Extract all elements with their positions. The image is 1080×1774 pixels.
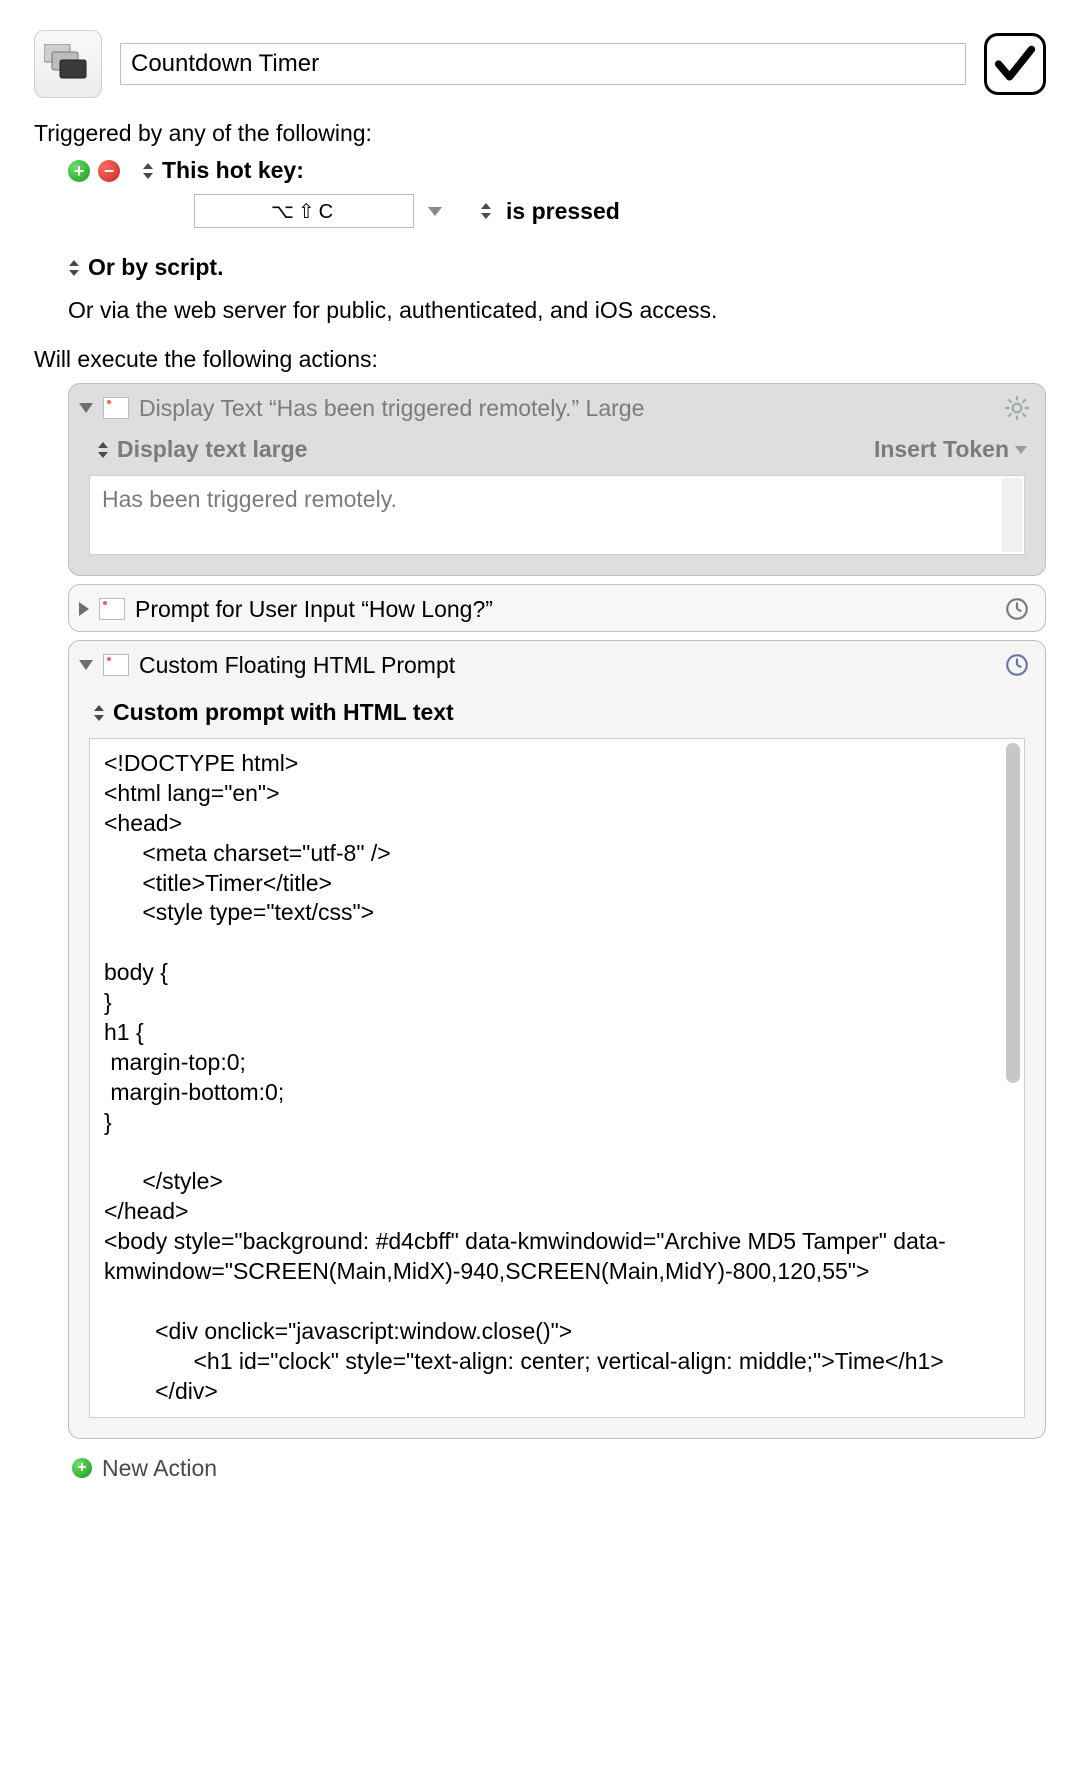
disclosure-triangle-icon[interactable]	[79, 602, 89, 616]
action1-gear-menu[interactable]	[1003, 394, 1031, 422]
action-custom-html-prompt: Custom Floating HTML Prompt Custom promp…	[68, 640, 1046, 1439]
disclosure-triangle-icon[interactable]	[79, 403, 93, 413]
applications-icon	[44, 44, 92, 84]
window-icon	[103, 654, 129, 676]
checkmark-icon	[993, 42, 1037, 86]
new-action-label: New Action	[102, 1455, 217, 1482]
scrollbar[interactable]	[1002, 478, 1022, 552]
macro-name-input[interactable]	[120, 43, 966, 85]
display-text-value: Has been triggered remotely.	[102, 486, 397, 512]
press-mode-stepper[interactable]	[480, 201, 492, 221]
or-web-label: Or via the web server for public, authen…	[68, 297, 1046, 324]
action2-title: Prompt for User Input “How Long?”	[135, 596, 493, 623]
scrollbar[interactable]	[1006, 743, 1020, 1083]
gear-icon	[1004, 395, 1030, 421]
clock-gear-icon	[1004, 652, 1030, 678]
action1-title: Display Text “Has been triggered remotel…	[139, 395, 644, 422]
html-code-input[interactable]: <!DOCTYPE html> <html lang="en"> <head> …	[89, 738, 1025, 1418]
window-icon	[99, 598, 125, 620]
action-prompt-user-input: Prompt for User Input “How Long?”	[68, 584, 1046, 632]
macro-icon-button[interactable]	[34, 30, 102, 98]
remove-trigger-button[interactable]: −	[98, 160, 120, 182]
action-display-text: Display Text “Has been triggered remotel…	[68, 383, 1046, 576]
display-mode-stepper[interactable]	[97, 440, 109, 460]
window-icon	[103, 397, 129, 419]
triggered-by-label: Triggered by any of the following:	[34, 120, 1046, 147]
enable-toggle[interactable]	[984, 33, 1046, 95]
is-pressed-label: is pressed	[506, 198, 620, 225]
plus-icon: +	[72, 1458, 92, 1478]
hotkey-dropdown[interactable]	[428, 207, 442, 216]
display-text-input[interactable]: Has been triggered remotely.	[89, 475, 1025, 555]
chevron-down-icon	[1015, 446, 1027, 454]
insert-token-label: Insert Token	[874, 436, 1009, 463]
trigger-type-stepper[interactable]	[142, 161, 154, 181]
insert-token-button[interactable]: Insert Token	[874, 436, 1027, 463]
hotkey-input[interactable]: ⌥⇧C	[194, 194, 414, 228]
display-mode-label: Display text large	[117, 436, 307, 463]
add-trigger-button[interactable]: +	[68, 160, 90, 182]
action2-gear-menu[interactable]	[1003, 595, 1031, 623]
html-code-content: <!DOCTYPE html> <html lang="en"> <head> …	[104, 749, 998, 1407]
action3-header[interactable]: Custom Floating HTML Prompt	[69, 641, 1045, 687]
new-action-button[interactable]: + New Action	[72, 1455, 1046, 1482]
action3-title: Custom Floating HTML Prompt	[139, 652, 455, 679]
will-execute-label: Will execute the following actions:	[34, 346, 1046, 373]
action1-header[interactable]: Display Text “Has been triggered remotel…	[69, 384, 1045, 430]
script-trigger-stepper[interactable]	[68, 258, 80, 278]
disclosure-triangle-icon[interactable]	[79, 660, 93, 670]
action2-header[interactable]: Prompt for User Input “How Long?”	[69, 585, 1045, 631]
action3-gear-menu[interactable]	[1003, 651, 1031, 679]
or-by-script-label: Or by script.	[88, 254, 223, 281]
html-mode-label: Custom prompt with HTML text	[113, 699, 454, 726]
clock-gear-icon	[1004, 596, 1030, 622]
html-mode-stepper[interactable]	[93, 703, 105, 723]
hotkey-label: This hot key:	[162, 157, 304, 184]
